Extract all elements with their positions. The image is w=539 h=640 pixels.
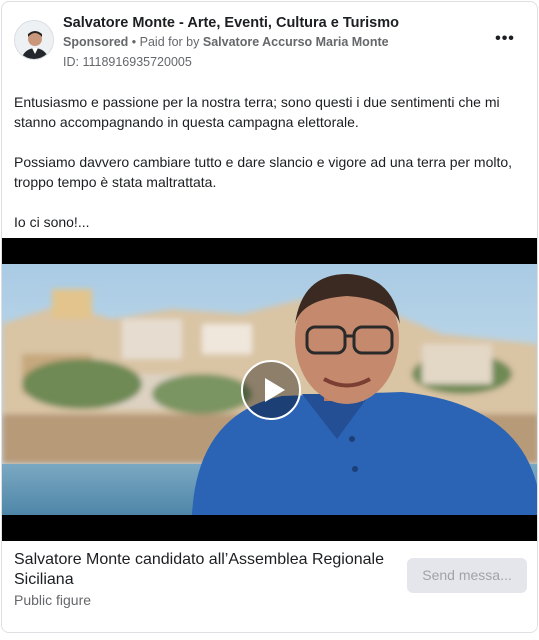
- avatar-image: [15, 21, 53, 59]
- ad-id: ID: 1118916935720005: [63, 55, 192, 69]
- body-paragraph: Io ci sono!...: [14, 214, 90, 230]
- cta-footer: Salvatore Monte candidato all’Assemblea …: [2, 541, 537, 632]
- paid-for-by-label: Paid for by: [139, 35, 203, 49]
- more-options-icon[interactable]: •••: [495, 31, 515, 51]
- video-player[interactable]: [2, 238, 537, 541]
- cta-title[interactable]: Salvatore Monte candidato all’Assemblea …: [14, 550, 394, 590]
- body-paragraph: Entusiasmo e passione per la nostra terr…: [14, 94, 500, 130]
- send-message-button[interactable]: Send messa...: [407, 558, 527, 593]
- paid-for-by-name: Salvatore Accurso Maria Monte: [202, 35, 389, 49]
- cta-subtitle: Public figure: [14, 592, 92, 608]
- ad-header: Salvatore Monte - Arte, Eventi, Cultura …: [2, 2, 537, 78]
- page-avatar[interactable]: [14, 20, 54, 60]
- sponsored-label: Sponsored: [63, 35, 129, 49]
- page-name[interactable]: Salvatore Monte - Arte, Eventi, Cultura …: [63, 15, 399, 31]
- play-icon[interactable]: [241, 360, 301, 420]
- body-paragraph: Possiamo davvero cambiare tutto e dare s…: [14, 154, 513, 190]
- ad-card: Salvatore Monte - Arte, Eventi, Cultura …: [1, 1, 538, 633]
- ad-body-text: Entusiasmo e passione per la nostra terr…: [14, 92, 524, 252]
- meta-separator: •: [128, 35, 140, 49]
- ad-meta-line: Sponsored • Paid for by Salvatore Accurs…: [63, 35, 389, 49]
